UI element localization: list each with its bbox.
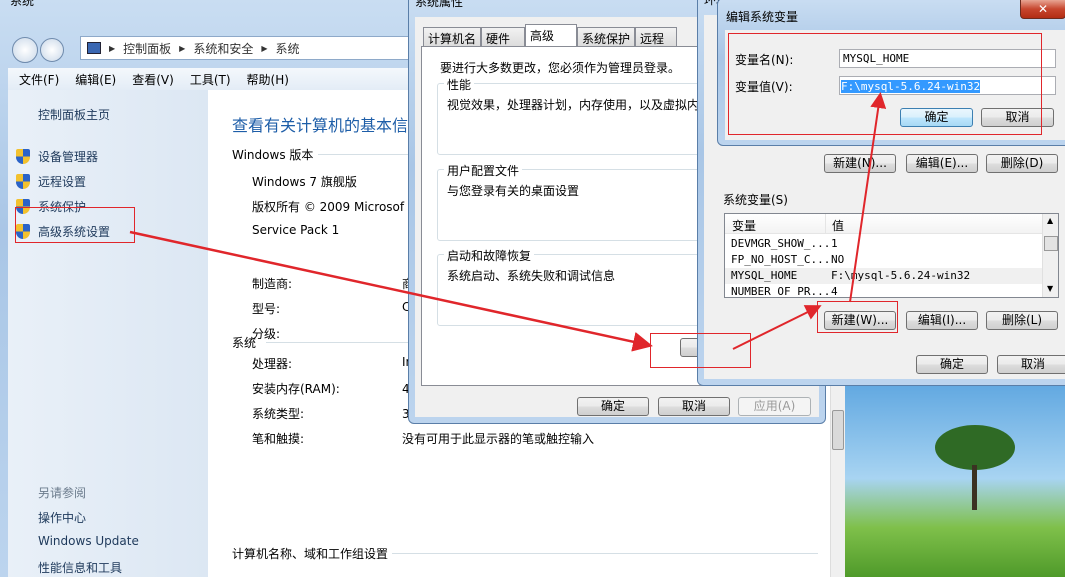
arrow-3 bbox=[849, 92, 887, 303]
arrow-1 bbox=[129, 230, 653, 352]
annotation-arrows bbox=[129, 92, 887, 352]
arrow-2 bbox=[732, 305, 822, 350]
